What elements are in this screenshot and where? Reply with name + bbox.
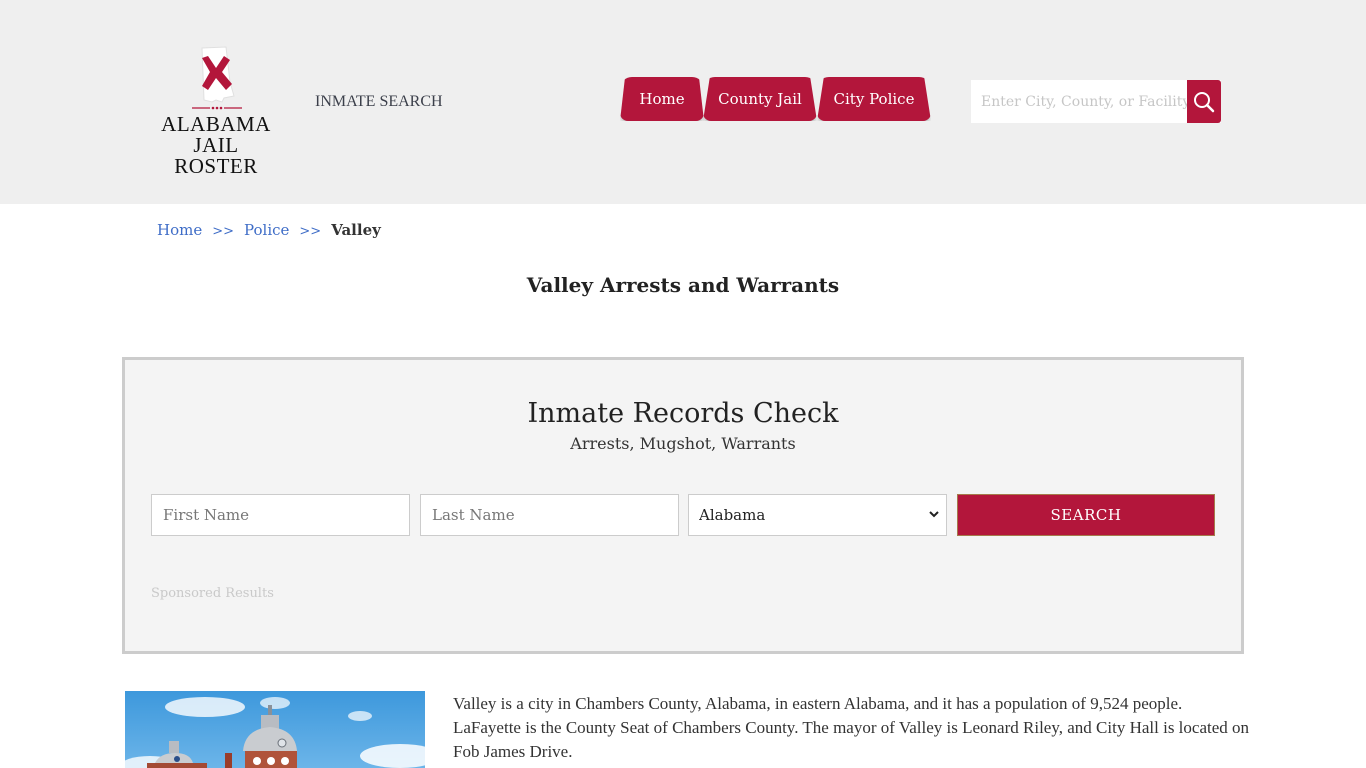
first-name-input[interactable] [151, 494, 410, 536]
city-hall-image [125, 691, 425, 768]
city-hall-photo-icon [125, 697, 425, 768]
state-select[interactable]: Alabama [688, 494, 947, 536]
main-nav: Home County Jail City Police [620, 77, 931, 121]
breadcrumb-separator: >> [299, 224, 322, 239]
logo-text: ALABAMA JAIL ROSTER [150, 114, 282, 177]
breadcrumb-separator: >> [212, 224, 235, 239]
city-description: Valley is a city in Chambers County, Ala… [453, 694, 1250, 761]
breadcrumb-home[interactable]: Home [157, 221, 202, 239]
nav-county-jail[interactable]: County Jail [703, 77, 817, 121]
search-button[interactable]: SEARCH [957, 494, 1215, 536]
logo-line-2: JAIL ROSTER [174, 133, 258, 178]
inmate-records-panel: Inmate Records Check Arrests, Mugshot, W… [122, 357, 1244, 654]
sponsored-results-label: Sponsored Results [151, 586, 274, 601]
breadcrumb-police[interactable]: Police [244, 221, 289, 239]
last-name-input[interactable] [420, 494, 679, 536]
breadcrumb-current: Valley [331, 221, 381, 239]
site-logo[interactable]: ALABAMA JAIL ROSTER [150, 44, 285, 177]
site-tagline[interactable]: INMATE SEARCH [315, 93, 443, 111]
site-search [971, 80, 1221, 123]
logo-line-1: ALABAMA [161, 112, 271, 136]
site-search-button[interactable] [1187, 80, 1221, 123]
site-header: ALABAMA JAIL ROSTER INMATE SEARCH Home C… [0, 0, 1366, 204]
nav-city-police[interactable]: City Police [817, 77, 931, 121]
site-search-input[interactable] [971, 80, 1187, 123]
page-title: Valley Arrests and Warrants [526, 273, 840, 297]
search-icon [1194, 91, 1215, 112]
panel-title: Inmate Records Check [527, 398, 839, 429]
nav-home[interactable]: Home [620, 77, 704, 121]
breadcrumb: Home >> Police >> Valley [157, 221, 381, 239]
alabama-flag-logo-icon [192, 46, 242, 110]
panel-subtitle: Arrests, Mugshot, Warrants [570, 434, 796, 453]
